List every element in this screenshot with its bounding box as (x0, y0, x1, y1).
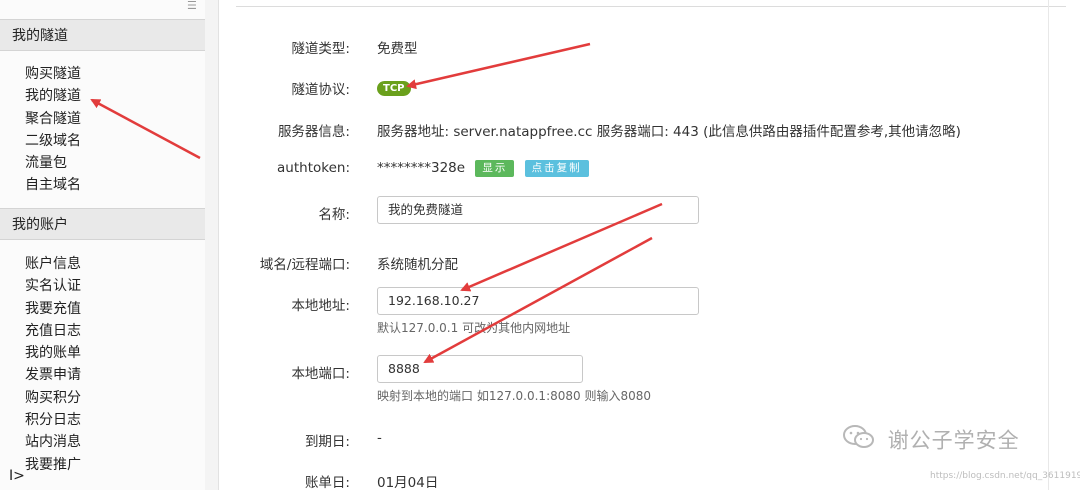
name-label: 名称: (318, 207, 350, 223)
sidebar-item-invoice[interactable]: 发票申请 (25, 364, 81, 386)
sidebar-splitter[interactable] (205, 0, 219, 490)
sidebar-item-messages[interactable]: 站内消息 (25, 431, 81, 453)
sidebar-section-account[interactable]: 我的账户 (0, 208, 205, 240)
local-port-help: 映射到本地的端口 如127.0.0.1:8080 则输入8080 (377, 389, 652, 403)
sidebar-item-aggregate-tunnel[interactable]: 聚合隧道 (25, 108, 81, 130)
domain-port-value: 系统随机分配 (377, 257, 458, 273)
sidebar-item-real-name[interactable]: 实名认证 (25, 275, 81, 297)
bill-date-label: 账单日: (304, 475, 350, 491)
watermark-text: 谢公子学安全 (887, 428, 1020, 453)
local-address-label: 本地地址: (291, 298, 350, 314)
expire-date-value: - (377, 430, 382, 446)
server-info-value: 服务器地址: server.natappfree.cc 服务器端口: 443 (… (377, 124, 961, 140)
sidebar-item-my-bill[interactable]: 我的账单 (25, 342, 81, 364)
account-menu: 账户信息 实名认证 我要充值 充值日志 我的账单 发票申请 购买积分 积分日志 … (25, 253, 81, 476)
panel-right-border (1048, 0, 1049, 490)
sidebar-item-recharge[interactable]: 我要充值 (25, 298, 81, 320)
sidebar-item-recharge-log[interactable]: 充值日志 (25, 320, 81, 342)
authtoken-value: ********328e (377, 160, 466, 176)
show-token-button[interactable]: 显示 (475, 160, 515, 177)
sidebar: ☰ 我的隧道 购买隧道 我的隧道 聚合隧道 二级域名 流量包 自主域名 我的账户… (0, 0, 206, 490)
sidebar-item-buy-tunnel[interactable]: 购买隧道 (25, 63, 81, 85)
sidebar-item-buy-points[interactable]: 购买积分 (25, 387, 81, 409)
name-input[interactable]: 我的免费隧道 (377, 196, 699, 224)
local-address-help: 默认127.0.0.1 可改为其他内网地址 (377, 321, 571, 335)
sidebar-item-my-tunnel[interactable]: 我的隧道 (25, 85, 81, 107)
sidebar-item-subdomain[interactable]: 二级域名 (25, 130, 81, 152)
sidebar-section-tunnels[interactable]: 我的隧道 (0, 19, 205, 51)
wechat-icon (842, 424, 876, 455)
tunnel-menu: 购买隧道 我的隧道 聚合隧道 二级域名 流量包 自主域名 (25, 63, 81, 197)
tunnel-protocol-label: 隧道协议: (291, 82, 350, 98)
watermark-url: https://blog.csdn.net/qq_36119192 (930, 471, 1080, 481)
authtoken-row: ********328e 显示 点击复制 (377, 160, 589, 177)
expire-date-label: 到期日: (304, 434, 350, 450)
local-port-input[interactable]: 8888 (377, 355, 583, 383)
expand-sidebar-icon[interactable]: I> (9, 468, 25, 484)
sidebar-item-own-domain[interactable]: 自主域名 (25, 174, 81, 196)
tunnel-type-value: 免费型 (377, 41, 418, 57)
local-address-input[interactable]: 192.168.10.27 (377, 287, 699, 315)
copy-token-button[interactable]: 点击复制 (524, 160, 589, 177)
tunnel-protocol-value: TCP (377, 79, 411, 96)
sidebar-item-traffic-pack[interactable]: 流量包 (25, 152, 81, 174)
tunnel-detail-panel: 隧道类型: 免费型 隧道协议: TCP 服务器信息: 服务器地址: server… (218, 0, 1080, 491)
server-info-label: 服务器信息: (277, 124, 350, 140)
authtoken-label: authtoken: (277, 160, 350, 176)
tcp-badge: TCP (377, 81, 411, 96)
sidebar-top: ☰ (0, 0, 205, 18)
menu-icon[interactable]: ☰ (187, 0, 200, 11)
domain-port-label: 域名/远程端口: (259, 257, 350, 273)
sidebar-item-promote[interactable]: 我要推广 (25, 454, 81, 476)
local-port-label: 本地端口: (291, 366, 350, 382)
tunnel-type-label: 隧道类型: (291, 41, 350, 57)
bill-date-value: 01月04日 (377, 475, 439, 491)
sidebar-item-points-log[interactable]: 积分日志 (25, 409, 81, 431)
top-divider (236, 6, 1066, 7)
watermark: 谢公子学安全 (842, 424, 1020, 455)
sidebar-item-account-info[interactable]: 账户信息 (25, 253, 81, 275)
